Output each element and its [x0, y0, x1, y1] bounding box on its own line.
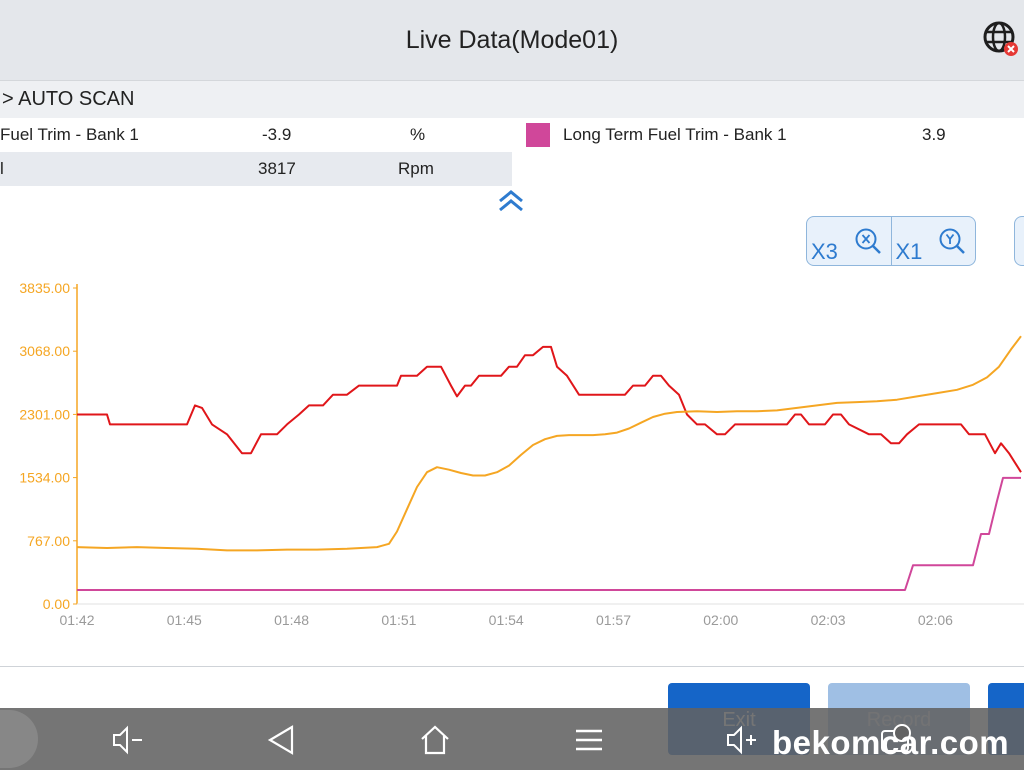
zoom-y-button[interactable]: X1: [890, 217, 976, 265]
param-name: Fuel Trim - Bank 1: [0, 125, 139, 144]
watermark-text: bekomcar.com: [772, 724, 1010, 761]
divider: [0, 666, 1024, 667]
y-tick-label: 767.00: [27, 533, 70, 549]
x-tick-label: 01:51: [381, 612, 416, 628]
param-value: -3.9: [262, 125, 292, 144]
live-data-chart: 0.00 767.00 1534.00 2301.00 3068.00 3835.00 01…: [19, 280, 1024, 628]
title-bar: Live Data(Mode01): [0, 0, 1024, 80]
zoom-x-button[interactable]: X3: [807, 217, 891, 265]
nav-handle[interactable]: [0, 710, 38, 768]
x-tick-label: 02:06: [918, 612, 953, 628]
param-name: Long Term Fuel Trim - Bank 1: [563, 125, 787, 144]
x-tick-label: 01:48: [274, 612, 309, 628]
y-tick-label: 3835.00: [19, 280, 70, 296]
zoom-y-icon: [939, 228, 965, 254]
zoom-extra-button[interactable]: [1014, 216, 1024, 266]
zoom-controls: X3 X1: [806, 216, 976, 266]
param-unit: Rpm: [398, 159, 434, 178]
param-row[interactable]: Fuel Trim - Bank 1 -3.9 %: [0, 118, 512, 152]
volume-up-icon[interactable]: [724, 722, 760, 758]
param-row[interactable]: l 3817 Rpm: [0, 152, 512, 186]
x-tick-label: 02:03: [811, 612, 846, 628]
series-color-swatch: [526, 123, 550, 147]
series-line: [77, 345, 1022, 473]
x-tick-label: 01:57: [596, 612, 631, 628]
zoom-x-icon: [855, 228, 881, 254]
volume-down-icon[interactable]: [110, 722, 146, 758]
x-tick-label: 02:00: [703, 612, 738, 628]
series-line: [76, 335, 1022, 552]
x-tick-label: 01:42: [59, 612, 94, 628]
menu-icon[interactable]: [571, 722, 607, 758]
window-title: Live Data(Mode01): [405, 25, 619, 54]
back-icon[interactable]: [264, 722, 300, 758]
breadcrumb: > AUTO SCAN: [0, 80, 1024, 118]
param-name: l: [0, 159, 4, 178]
param-value: 3.9: [922, 125, 946, 144]
y-tick-label: 3068.00: [19, 343, 70, 359]
param-row[interactable]: Long Term Fuel Trim - Bank 1 3.9: [512, 118, 1024, 152]
x-tick-label: 01:54: [489, 612, 524, 628]
zoom-x-label: X3: [811, 239, 838, 264]
series-line: [77, 476, 1021, 591]
param-value: 3817: [258, 159, 296, 178]
x-tick-label: 01:45: [167, 612, 202, 628]
collapse-chevron-icon[interactable]: [497, 188, 525, 214]
param-unit: %: [410, 125, 426, 144]
zoom-y-label: X1: [895, 239, 923, 264]
home-icon[interactable]: [417, 722, 453, 758]
y-tick-label: 2301.00: [19, 406, 70, 422]
language-globe-icon[interactable]: [982, 20, 1020, 58]
y-tick-label: 1534.00: [19, 470, 70, 486]
y-tick-label: 0.00: [43, 596, 70, 612]
